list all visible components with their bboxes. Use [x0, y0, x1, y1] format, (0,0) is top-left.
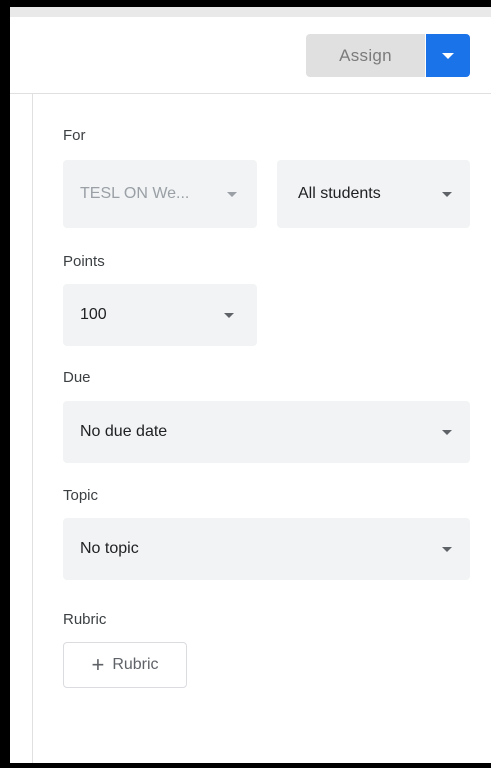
for-label: For: [63, 127, 86, 144]
assign-button[interactable]: Assign: [306, 34, 425, 77]
points-label: Points: [63, 253, 105, 270]
panel-top-strip: [10, 7, 491, 17]
chevron-down-icon: [442, 430, 452, 435]
chevron-down-icon: [227, 192, 237, 197]
due-date-select[interactable]: No due date: [63, 401, 470, 463]
class-select-value: TESL ON We...: [80, 185, 190, 202]
topic-label: Topic: [63, 487, 99, 504]
due-label: Due: [63, 369, 91, 386]
chevron-down-icon: [442, 192, 452, 197]
add-rubric-button[interactable]: + Rubric: [63, 642, 187, 688]
chevron-down-icon: [442, 547, 452, 552]
window-frame-bottom: [0, 763, 491, 768]
due-date-select-value: No due date: [80, 423, 168, 440]
window-frame-top: [0, 0, 491, 7]
class-select[interactable]: TESL ON We...: [63, 160, 257, 228]
plus-icon: +: [91, 652, 105, 677]
header-bar: Assign: [10, 17, 491, 94]
rubric-label: Rubric: [63, 611, 107, 628]
topic-select[interactable]: No topic: [63, 518, 470, 580]
assign-options-button[interactable]: [426, 34, 470, 77]
topic-select-value: No topic: [80, 540, 139, 557]
points-select-value: 100: [80, 306, 107, 323]
points-select[interactable]: 100: [63, 284, 257, 346]
add-rubric-button-label: Rubric: [112, 656, 159, 673]
students-select-value: All students: [298, 185, 381, 202]
chevron-down-icon: [442, 52, 454, 59]
window-frame-left: [0, 0, 10, 768]
students-select[interactable]: All students: [277, 160, 470, 228]
chevron-down-icon: [224, 313, 234, 318]
panel-divider: [32, 93, 33, 763]
